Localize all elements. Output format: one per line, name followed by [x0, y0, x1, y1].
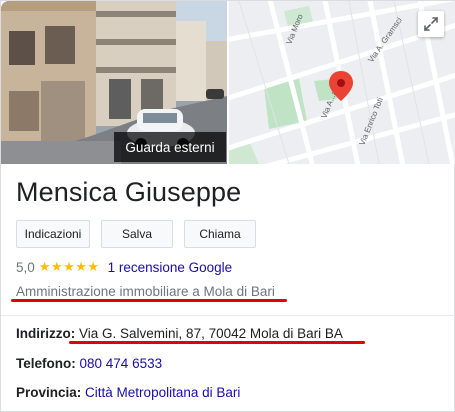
- phone-label: Telefono:: [16, 356, 76, 371]
- phone-row: Telefono: 080 474 6533: [16, 356, 162, 371]
- call-button[interactable]: Chiama: [184, 220, 256, 248]
- province-label: Provincia:: [16, 385, 82, 400]
- street-view-photo[interactable]: Guarda esterni: [1, 1, 227, 164]
- address-label: Indirizzo:: [16, 326, 76, 341]
- expand-icon: [424, 17, 438, 31]
- province-link[interactable]: Città Metropolitana di Bari: [85, 385, 240, 400]
- business-name: Mensica Giuseppe: [16, 177, 242, 207]
- business-card: Guarda esterni Via Moro Via A. Gramsci V…: [0, 0, 455, 412]
- address-value[interactable]: Via G. Salvemini, 87, 70042 Mola di Bari…: [79, 326, 343, 341]
- rating-value: 5,0: [16, 259, 35, 275]
- directions-button[interactable]: Indicazioni: [16, 220, 90, 248]
- business-category: Amministrazione immobiliare a Mola di Ba…: [16, 284, 275, 299]
- annotation-underline: [11, 299, 287, 302]
- street-view-label[interactable]: Guarda esterni: [114, 132, 226, 162]
- section-divider: [1, 315, 455, 316]
- expand-map-button[interactable]: [418, 11, 444, 37]
- rating-row: 5,0 ★★★★★ 1 recensione Google: [16, 259, 232, 275]
- address-row: Indirizzo: Via G. Salvemini, 87, 70042 M…: [16, 326, 343, 341]
- province-row: Provincia: Città Metropolitana di Bari: [16, 385, 240, 400]
- annotation-underline: [69, 341, 365, 344]
- map-thumbnail[interactable]: Via Moro Via A. Gramsci Via A...asperi V…: [229, 1, 455, 164]
- action-buttons: Indicazioni Salva Chiama: [16, 220, 256, 248]
- phone-link[interactable]: 080 474 6533: [80, 356, 163, 371]
- star-rating-icon: ★★★★★: [38, 259, 100, 274]
- reviews-link[interactable]: 1 recensione Google: [108, 260, 233, 275]
- save-button[interactable]: Salva: [101, 220, 173, 248]
